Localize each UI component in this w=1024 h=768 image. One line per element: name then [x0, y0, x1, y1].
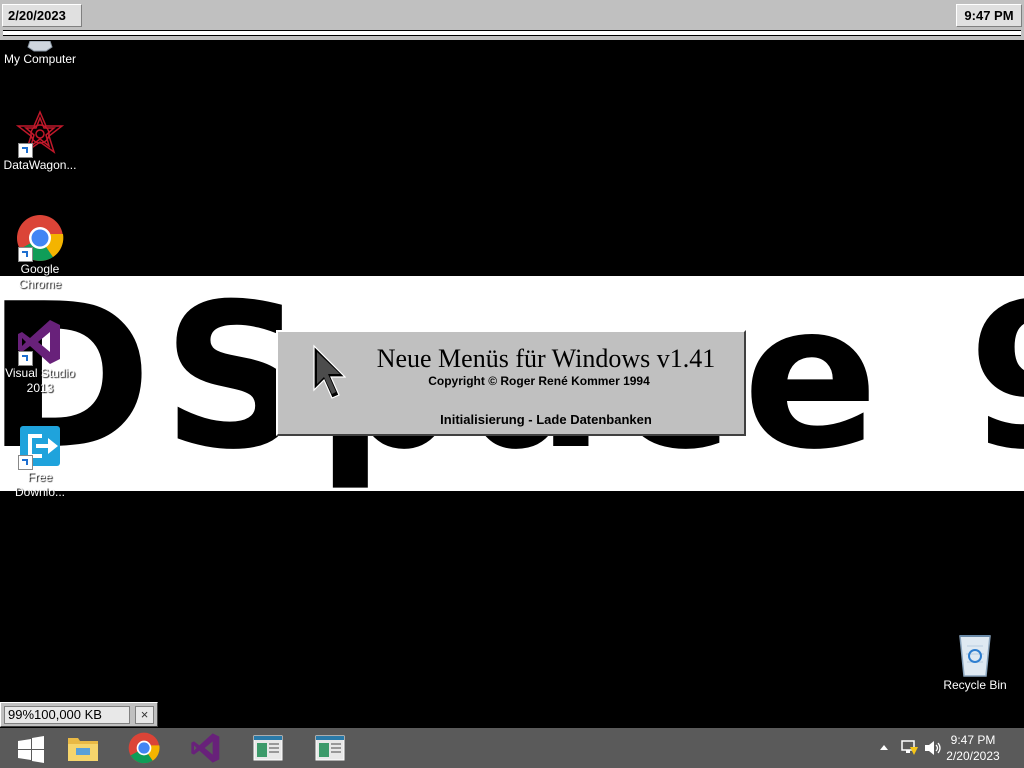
- free-download-manager-icon: [16, 422, 64, 470]
- taskbar-clock[interactable]: 9:47 PM 2/20/2023: [938, 732, 1008, 764]
- dialog-copyright: Copyright © Roger René Kommer 1994: [428, 374, 650, 388]
- window-app-icon: [315, 735, 345, 761]
- taskbar-file-explorer[interactable]: [52, 728, 112, 768]
- splash-dialog: Neue Menüs für Windows v1.41 Copyright ©…: [276, 330, 746, 436]
- desktop-icon-visual-studio[interactable]: Visual Studio 2013: [0, 318, 80, 396]
- taskbar-window-2[interactable]: [300, 728, 360, 768]
- shortcut-arrow-icon: [18, 455, 33, 470]
- dialog-title: Neue Menüs für Windows v1.41: [376, 344, 716, 373]
- desktop: 2/20/2023 9:47 PM DSpace 9 My Computer: [0, 0, 1024, 768]
- chrome-icon: [16, 214, 64, 262]
- top-status-bar: 2/20/2023 9:47 PM: [0, 0, 1024, 40]
- desktop-icon-label: DataWagon...: [3, 158, 77, 172]
- desktop-icon-label: Google Chrome: [18, 262, 62, 291]
- date-display: 2/20/2023: [2, 4, 82, 27]
- start-icon: [18, 736, 44, 763]
- computer-icon: [16, 40, 64, 52]
- taskbar-chrome[interactable]: [114, 728, 174, 768]
- desktop-icon-datawagon[interactable]: DataWagon...: [0, 110, 80, 173]
- taskbar: 9:47 PM 2/20/2023: [0, 728, 1024, 768]
- file-explorer-icon: [68, 738, 98, 761]
- datawagon-icon: [15, 110, 65, 158]
- desktop-icon-free-download[interactable]: Free Downlo...: [0, 422, 80, 500]
- visual-studio-icon: [16, 318, 64, 366]
- top-bar-rule: [3, 30, 1021, 36]
- taskbar-window-1[interactable]: [238, 728, 298, 768]
- clock-date: 2/20/2023: [946, 749, 1000, 763]
- desktop-icon-recycle-bin[interactable]: Recycle Bin: [935, 630, 1015, 693]
- shortcut-arrow-icon: [18, 247, 33, 262]
- shortcut-arrow-icon: [18, 143, 33, 158]
- system-tray: 9:47 PM 2/20/2023: [864, 728, 1024, 768]
- dialog-status: Initialisierung - Lade Datenbanken: [440, 412, 652, 427]
- desktop-icon-google-chrome[interactable]: Google Chrome: [0, 214, 80, 292]
- shortcut-arrow-icon: [18, 351, 33, 366]
- desktop-icon-label: Recycle Bin: [943, 678, 1007, 692]
- desktop-icon-label: Free Downlo...: [14, 470, 66, 499]
- progress-close-button[interactable]: ×: [135, 706, 154, 724]
- desktop-icon-label: Visual Studio 2013: [5, 366, 75, 395]
- start-button[interactable]: [0, 728, 60, 768]
- desktop-icon-my-computer[interactable]: My Computer: [0, 40, 80, 67]
- progress-panel: 99%100,000 KB ×: [0, 702, 158, 727]
- recycle-bin-icon: [951, 630, 999, 678]
- progress-text: 99%100,000 KB: [4, 706, 130, 724]
- show-hidden-icons-icon[interactable]: [879, 743, 889, 751]
- visual-studio-icon: [191, 733, 220, 763]
- chrome-icon: [128, 732, 160, 764]
- taskbar-visual-studio[interactable]: [176, 728, 236, 768]
- window-app-icon: [253, 735, 283, 761]
- network-icon[interactable]: [901, 740, 919, 756]
- clock-time: 9:47 PM: [950, 733, 996, 747]
- time-display: 9:47 PM: [956, 4, 1022, 27]
- desktop-icon-label: My Computer: [3, 52, 77, 66]
